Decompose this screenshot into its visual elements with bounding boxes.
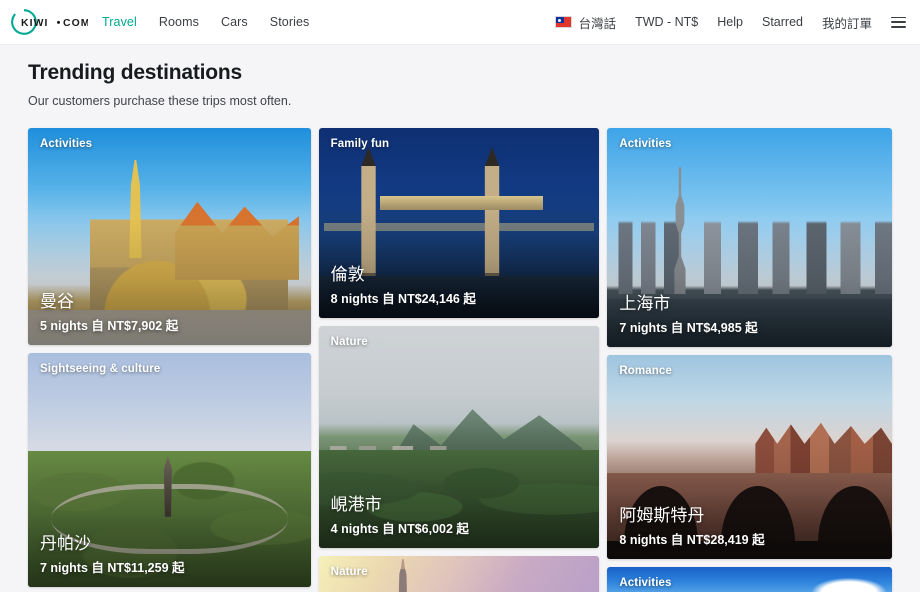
card-badge: Sightseeing & culture [40,363,161,375]
secondary-nav: 台灣話 TWD - NT$ Help Starred 我的訂單 [554,13,906,32]
grid-column-3: Activities 上海市 7 nights 自 NT$4,985 起 Rom… [607,128,892,592]
card-city: 阿姆斯特丹 [619,505,705,525]
primary-nav: Travel Rooms Cars Stories [102,15,309,29]
language-label: 台灣話 [578,16,617,31]
taiwan-flag-icon [554,16,572,28]
svg-text:KIWI: KIWI [21,18,49,29]
currency-selector[interactable]: TWD - NT$ [635,15,698,29]
card-price: 8 nights 自 NT$24,146 起 [330,292,476,306]
my-bookings-link[interactable]: 我的訂單 [822,13,872,32]
page-subtitle: Our customers purchase these trips most … [28,94,292,108]
card-city: 丹帕沙 [40,533,91,553]
card-caption: 曼谷 5 nights 自 NT$7,902 起 [40,291,178,334]
card-badge: Nature [330,566,368,578]
card-badge: Romance [619,365,672,377]
destination-card-london[interactable]: Family fun 倫敦 8 nights 自 NT$24,146 起 [318,128,600,318]
destination-card-danang[interactable]: Nature 峴港市 4 nights 自 NT$6,002 起 [318,326,600,548]
destination-card-shanghai[interactable]: Activities 上海市 7 nights 自 NT$4,985 起 [607,128,892,347]
grid-column-1: Activities 曼谷 5 nights 自 NT$7,902 起 Sigh… [28,128,311,592]
nav-item-travel[interactable]: Travel [102,15,137,29]
card-price: 5 nights 自 NT$7,902 起 [40,319,179,333]
card-city: 峴港市 [330,494,382,514]
destination-card-amsterdam[interactable]: Romance 阿姆斯特丹 8 nights 自 NT$28,419 起 [607,355,892,559]
nav-item-cars[interactable]: Cars [221,15,248,29]
card-badge: Activities [40,138,93,150]
card-badge: Nature [330,336,368,348]
card-price: 7 nights 自 NT$4,985 起 [619,321,758,335]
language-selector[interactable]: 台灣話 [554,13,617,32]
card-badge: Activities [619,138,672,150]
card-caption: 丹帕沙 7 nights 自 NT$11,259 起 [40,533,185,576]
kiwi-com-logo[interactable]: KIWI COM [10,6,88,38]
destination-card-partial-activities[interactable]: Activities [607,567,892,592]
nav-item-stories[interactable]: Stories [270,15,310,29]
destination-card-partial-nature[interactable]: Nature [318,556,600,592]
destination-card-bangkok[interactable]: Activities 曼谷 5 nights 自 NT$7,902 起 [28,128,311,345]
card-price: 7 nights 自 NT$11,259 起 [40,561,185,575]
nav-item-rooms[interactable]: Rooms [159,15,199,29]
svg-text:COM: COM [63,18,88,29]
card-city: 曼谷 [40,291,74,311]
card-city: 倫敦 [330,264,365,284]
card-badge: Family fun [330,138,390,150]
help-link[interactable]: Help [717,15,743,29]
card-price: 8 nights 自 NT$28,419 起 [619,533,765,547]
starred-link[interactable]: Starred [762,15,803,29]
card-caption: 上海市 7 nights 自 NT$4,985 起 [619,293,757,336]
page-title: Trending destinations [28,61,242,84]
card-city: 上海市 [619,293,671,313]
card-badge: Activities [619,577,672,589]
card-price: 4 nights 自 NT$6,002 起 [330,522,469,536]
card-caption: 倫敦 8 nights 自 NT$24,146 起 [331,264,476,307]
hamburger-menu-icon[interactable] [891,16,906,28]
site-header: KIWI COM Travel Rooms Cars Stories 台灣話 T… [0,0,920,45]
page-body: Trending destinations Our customers purc… [0,45,920,592]
logo-mark: KIWI COM [11,9,88,35]
destination-grid: Activities 曼谷 5 nights 自 NT$7,902 起 Sigh… [28,128,892,592]
destination-card-denpasar[interactable]: Sightseeing & culture 丹帕沙 7 nights 自 NT$… [28,353,311,587]
grid-column-2: Family fun 倫敦 8 nights 自 NT$24,146 起 Nat… [318,128,600,592]
card-caption: 峴港市 4 nights 自 NT$6,002 起 [331,494,469,537]
card-caption: 阿姆斯特丹 8 nights 自 NT$28,419 起 [619,505,764,548]
